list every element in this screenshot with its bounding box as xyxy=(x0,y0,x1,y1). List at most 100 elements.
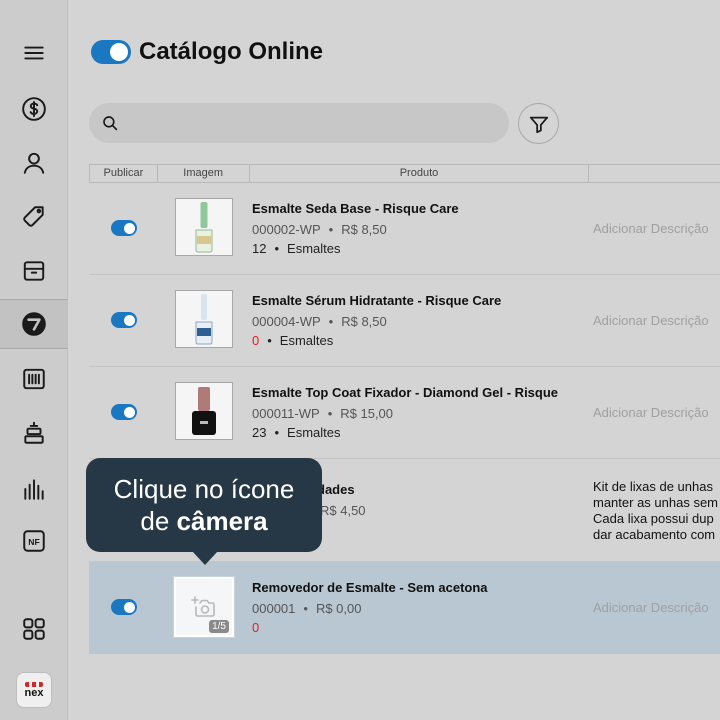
product-name[interactable]: Esmalte Seda Base - Risque Care xyxy=(252,201,459,216)
column-header-publish: Publicar xyxy=(90,165,158,182)
publish-toggle[interactable] xyxy=(111,404,137,420)
publish-toggle[interactable] xyxy=(111,220,137,236)
product-stock: 23 xyxy=(252,425,267,440)
product-code: 000011-WP xyxy=(252,406,320,421)
product-stock-value: 0 xyxy=(252,620,260,635)
add-description-link[interactable]: Adicionar Descrição xyxy=(593,600,709,615)
table-row-selected: 1/5 Removedor de Esmalte - Sem acetona 0… xyxy=(89,562,720,654)
sidebar-item-invoice[interactable]: NF xyxy=(0,516,68,566)
product-stock: 12 xyxy=(252,241,267,256)
sidebar-item-barcode[interactable] xyxy=(0,354,68,404)
separator-dot: • xyxy=(328,222,334,237)
onboarding-tooltip: Clique no ícone de câmera xyxy=(86,458,322,565)
product-name[interactable]: Esmalte Sérum Hidratante - Risque Care xyxy=(252,293,501,308)
product-code-price: 000004-WP • R$ 8,50 xyxy=(252,314,387,329)
stack-icon xyxy=(24,421,44,444)
product-image[interactable] xyxy=(175,290,233,348)
product-code: 000002-WP xyxy=(252,222,321,237)
sidebar-item-stock[interactable] xyxy=(0,408,68,458)
product-image[interactable] xyxy=(175,198,233,256)
separator-dot: • xyxy=(274,241,280,256)
grid-icon xyxy=(23,618,45,640)
product-name[interactable]: Esmalte Top Coat Fixador - Diamond Gel -… xyxy=(252,385,558,400)
logo-text: nex xyxy=(24,686,44,699)
bar-chart-icon xyxy=(24,479,44,500)
nail-polish-bottle-image xyxy=(195,294,213,345)
product-code: 000004-WP xyxy=(252,314,321,329)
product-category: Esmaltes xyxy=(287,425,341,440)
sidebar-item-customers[interactable] xyxy=(0,138,68,188)
separator-dot: • xyxy=(267,333,272,348)
table-row: Esmalte Top Coat Fixador - Diamond Gel -… xyxy=(89,367,720,459)
product-stock-category: 23 • Esmaltes xyxy=(252,425,341,440)
tooltip-line-2-prefix: de xyxy=(140,506,177,536)
product-code-price: 000001 • R$ 0,00 xyxy=(252,601,362,616)
user-icon xyxy=(23,152,45,174)
product-price: R$ 8,50 xyxy=(341,314,387,329)
nail-polish-bottle-image xyxy=(195,202,213,253)
product-code: 000001 xyxy=(252,601,296,616)
image-count-badge: 1/5 xyxy=(209,620,229,633)
separator-dot: • xyxy=(328,314,334,329)
product-price: R$ 4,50 xyxy=(320,503,366,518)
nex-logo[interactable]: nex xyxy=(16,672,52,708)
sidebar: NF nex xyxy=(0,0,68,720)
product-name[interactable]: Removedor de Esmalte - Sem acetona xyxy=(252,580,488,595)
catalog-publish-toggle[interactable] xyxy=(91,40,131,64)
tooltip-line-2-bold: câmera xyxy=(176,506,268,536)
product-price: R$ 15,00 xyxy=(340,406,394,421)
product-code-price: 000011-WP • R$ 15,00 xyxy=(252,406,393,421)
hamburger-icon xyxy=(24,46,44,60)
sidebar-item-products[interactable] xyxy=(0,192,68,242)
table-header: Publicar Imagem Produto xyxy=(89,164,720,183)
box-icon xyxy=(23,261,45,281)
column-header-product: Produto xyxy=(250,165,590,182)
add-description-link[interactable]: Adicionar Descrição xyxy=(593,313,709,328)
tooltip-line-1: Clique no ícone xyxy=(113,474,295,504)
product-price: R$ 8,50 xyxy=(341,222,387,237)
product-category: Esmaltes xyxy=(279,333,334,348)
product-price: R$ 0,00 xyxy=(315,601,362,616)
column-header-image: Imagem xyxy=(158,165,250,182)
sidebar-item-apps[interactable] xyxy=(0,604,68,654)
sidebar-item-online-catalog[interactable] xyxy=(0,299,68,349)
filter-button[interactable] xyxy=(518,103,559,144)
invoice-nf-icon: NF xyxy=(23,530,45,552)
separator-dot: • xyxy=(274,425,280,440)
add-camera-icon[interactable] xyxy=(191,595,217,619)
add-description-link[interactable]: Adicionar Descrição xyxy=(593,405,709,420)
product-description[interactable]: Kit de lixas de unhas manter as unhas se… xyxy=(593,479,718,543)
top-coat-bottle-image xyxy=(192,387,216,435)
search-input[interactable] xyxy=(89,103,509,143)
page-title: Catálogo Online xyxy=(139,38,324,65)
product-stock-category: 12 • Esmaltes xyxy=(252,241,341,256)
product-stock-category: 0 • Esmaltes xyxy=(252,333,333,348)
table-row: Esmalte Seda Base - Risque Care 000002-W… xyxy=(89,183,720,275)
sidebar-item-finance[interactable] xyxy=(0,84,68,134)
dollar-circle-icon xyxy=(22,97,46,121)
filter-icon xyxy=(529,116,548,133)
barcode-icon xyxy=(23,368,45,390)
sidebar-item-sales[interactable] xyxy=(0,246,68,296)
tooltip-line-2: de câmera xyxy=(86,505,322,537)
tag-icon xyxy=(23,206,44,227)
product-image-placeholder[interactable]: 1/5 xyxy=(174,577,234,637)
menu-button[interactable] xyxy=(0,28,68,78)
catalog-globe-icon xyxy=(22,312,46,336)
product-code-price: 000002-WP • R$ 8,50 xyxy=(252,222,387,237)
product-category: Esmaltes xyxy=(287,241,341,256)
publish-toggle[interactable] xyxy=(111,312,137,328)
product-image[interactable] xyxy=(175,382,233,440)
table-row: Esmalte Sérum Hidratante - Risque Care 0… xyxy=(89,275,720,367)
product-stock: 0 xyxy=(252,620,259,635)
svg-text:NF: NF xyxy=(28,537,40,547)
product-stock: 0 xyxy=(252,333,260,348)
search-icon xyxy=(103,116,118,131)
separator-dot: • xyxy=(303,601,308,616)
publish-toggle[interactable] xyxy=(111,599,137,615)
column-header-description xyxy=(589,165,720,182)
add-description-link[interactable]: Adicionar Descrição xyxy=(593,221,709,236)
sidebar-item-reports[interactable] xyxy=(0,464,68,514)
logo-mark xyxy=(25,681,43,687)
separator-dot: • xyxy=(327,406,333,421)
